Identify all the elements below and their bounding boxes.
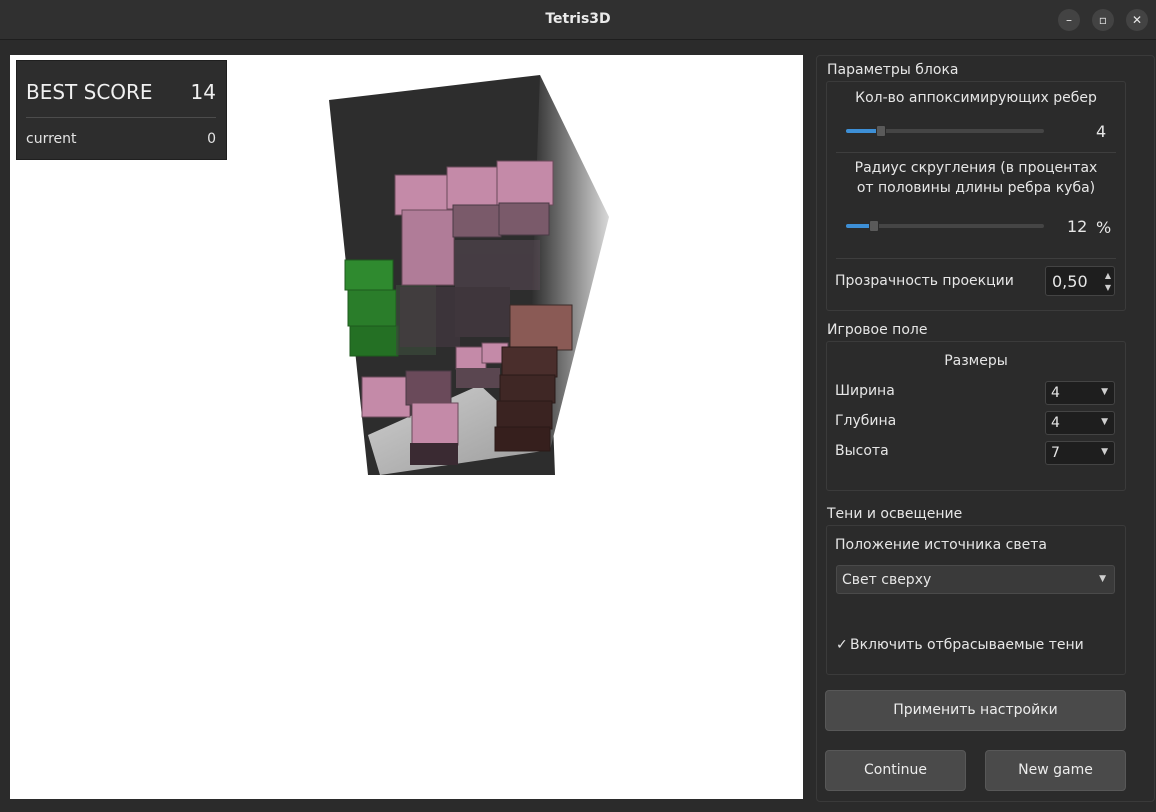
- game-scene: [329, 75, 609, 475]
- opacity-label: Прозрачность проекции: [835, 273, 1014, 289]
- checkmark-icon: ✓: [836, 637, 848, 653]
- spin-down-icon[interactable]: ▼: [1105, 284, 1111, 292]
- width-label: Ширина: [835, 383, 895, 399]
- edges-value: 4: [1096, 122, 1107, 141]
- chevron-down-icon: ▼: [1099, 574, 1106, 584]
- radius-unit: %: [1096, 218, 1112, 237]
- window-title: Tetris3D: [545, 11, 611, 27]
- current-score-label: current: [26, 131, 77, 147]
- edges-label: Кол-во аппоксимирующих ребер: [855, 90, 1097, 106]
- score-divider: [26, 117, 216, 118]
- score-panel: BEST SCORE 14 current 0: [16, 60, 227, 160]
- height-label: Высота: [835, 443, 889, 459]
- depth-value: 4: [1051, 415, 1060, 431]
- width-value: 4: [1051, 385, 1060, 401]
- apply-settings-button[interactable]: Применить настройки: [825, 690, 1126, 731]
- game-viewport[interactable]: BEST SCORE 14 current 0: [10, 55, 803, 799]
- radius-label-line1: Радиус скругления (в процентах: [854, 160, 1098, 176]
- minimize-icon[interactable]: –: [1058, 9, 1080, 31]
- best-score-label: BEST SCORE: [26, 80, 153, 104]
- width-combo[interactable]: 4 ▼: [1045, 381, 1115, 405]
- radius-slider-handle[interactable]: [869, 220, 879, 232]
- lighting-title: Тени и освещение: [827, 506, 963, 522]
- divider: [836, 152, 1116, 153]
- radius-label-line2: от половины длины ребра куба): [856, 180, 1096, 196]
- depth-combo[interactable]: 4 ▼: [1045, 411, 1115, 435]
- best-score-value: 14: [190, 80, 216, 104]
- title-bar: Tetris3D – ▫ ✕: [0, 0, 1156, 40]
- shadows-checkbox[interactable]: ✓ Включить отбрасываемые тени: [836, 637, 1084, 653]
- radius-value: 12: [1067, 217, 1088, 236]
- field-title: Игровое поле: [827, 322, 928, 338]
- new-game-button[interactable]: New game: [985, 750, 1126, 791]
- radius-slider-fill: [846, 224, 871, 228]
- continue-button[interactable]: Continue: [825, 750, 966, 791]
- light-position-combo[interactable]: Свет сверху ▼: [836, 565, 1115, 594]
- divider: [836, 258, 1116, 259]
- height-value: 7: [1051, 445, 1060, 461]
- light-position-label: Положение источника света: [835, 537, 1047, 553]
- height-combo[interactable]: 7 ▼: [1045, 441, 1115, 465]
- chevron-down-icon: ▼: [1101, 387, 1108, 397]
- depth-label: Глубина: [835, 413, 897, 429]
- edges-slider-fill: [846, 129, 878, 133]
- block-params-title: Параметры блока: [827, 62, 959, 78]
- edges-slider-handle[interactable]: [876, 125, 886, 137]
- maximize-icon[interactable]: ▫: [1092, 9, 1114, 31]
- current-score-value: 0: [207, 131, 216, 147]
- opacity-value: 0,50: [1052, 272, 1088, 291]
- chevron-down-icon: ▼: [1101, 447, 1108, 457]
- close-icon[interactable]: ✕: [1126, 9, 1148, 31]
- sizes-label: Размеры: [944, 353, 1008, 369]
- opacity-spinbox[interactable]: 0,50 ▲ ▼: [1045, 266, 1115, 296]
- shadows-label: Включить отбрасываемые тени: [850, 637, 1084, 653]
- light-position-value: Свет сверху: [842, 572, 932, 588]
- chevron-down-icon: ▼: [1101, 417, 1108, 427]
- spin-up-icon[interactable]: ▲: [1105, 272, 1111, 280]
